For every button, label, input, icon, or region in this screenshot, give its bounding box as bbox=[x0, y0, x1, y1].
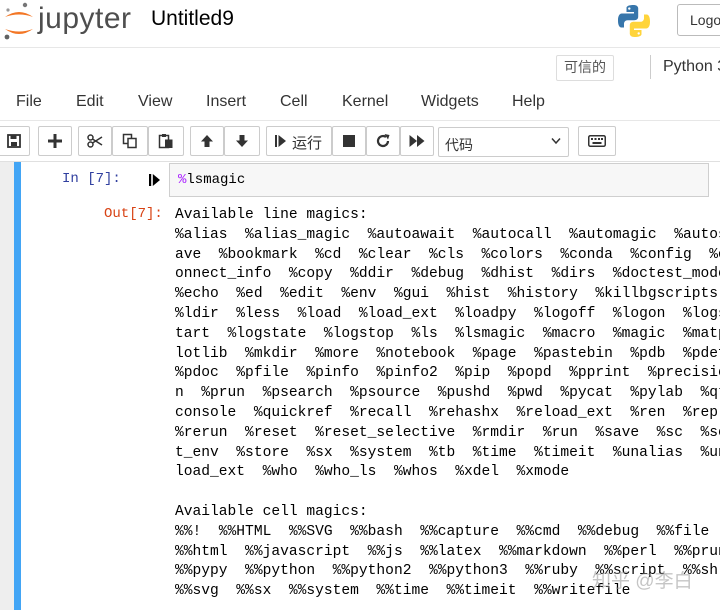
menu-view[interactable]: View bbox=[138, 88, 172, 116]
scissors-icon bbox=[87, 134, 103, 148]
output-line: %rerun %reset %reset_selective %rmdir %r… bbox=[175, 424, 720, 441]
menu-edit[interactable]: Edit bbox=[76, 88, 104, 116]
paste-button[interactable] bbox=[148, 126, 184, 156]
magic-command: lsmagic bbox=[186, 172, 246, 188]
save-icon bbox=[7, 134, 21, 148]
run-cell-icon[interactable] bbox=[149, 173, 161, 187]
menu-widgets[interactable]: Widgets bbox=[421, 88, 479, 116]
logo-wordmark: jupyter bbox=[38, 2, 132, 35]
output-line: %echo %ed %edit %env %gui %hist %history… bbox=[175, 286, 718, 303]
logout-button[interactable]: Logo bbox=[677, 4, 720, 36]
notebook-header: jupyter Untitled9 Logo bbox=[0, 0, 720, 48]
output-line: console %quickref %recall %rehashx %relo… bbox=[175, 404, 718, 421]
menu-cell[interactable]: Cell bbox=[280, 88, 308, 116]
keyboard-icon bbox=[588, 135, 606, 147]
trusted-indicator[interactable]: 可信的 bbox=[556, 55, 614, 81]
output-line: load_ext %who %who_ls %whos %xdel %xmode bbox=[175, 464, 570, 481]
restart-run-all-button[interactable] bbox=[400, 126, 434, 156]
arrow-up-icon bbox=[201, 135, 213, 147]
output-line: %pdoc %pfile %pinfo %pinfo2 %pip %popd %… bbox=[175, 365, 720, 382]
output-prompt: Out[7]: bbox=[104, 206, 163, 222]
menu-help[interactable]: Help bbox=[512, 88, 545, 116]
cell-type-select[interactable]: 代码 bbox=[438, 127, 569, 157]
python-logo-icon bbox=[618, 5, 650, 37]
cell-type-value: 代码 bbox=[445, 137, 473, 153]
chevron-down-icon bbox=[551, 138, 561, 145]
output-line: t_env %store %sx %system %tb %time %time… bbox=[175, 444, 720, 461]
output-line: n %prun %psearch %psource %pushd %pwd %p… bbox=[175, 385, 720, 402]
watermark: 知乎 @李白 bbox=[592, 571, 693, 592]
kernel-indicator: Python 3 bbox=[650, 55, 720, 79]
jupyter-logo[interactable]: jupyter bbox=[2, 2, 132, 42]
copy-icon bbox=[122, 133, 137, 149]
move-down-button[interactable] bbox=[224, 126, 260, 156]
refresh-icon bbox=[376, 134, 390, 148]
output-line: lotlib %mkdir %more %notebook %page %pas… bbox=[175, 345, 720, 362]
jupyter-logo-icon bbox=[4, 2, 33, 40]
output-line: %%html %%javascript %%js %%latex %%markd… bbox=[175, 543, 720, 560]
cut-button[interactable] bbox=[78, 126, 112, 156]
output-line: onnect_info %copy %ddir %debug %dhist %d… bbox=[175, 266, 720, 283]
menu-kernel[interactable]: Kernel bbox=[342, 88, 388, 116]
move-up-button[interactable] bbox=[190, 126, 224, 156]
save-button[interactable] bbox=[0, 126, 30, 156]
output-line: Available line magics: bbox=[175, 207, 368, 223]
code-input[interactable]: %lsmagic bbox=[169, 163, 709, 197]
cell-selection-bar bbox=[14, 162, 21, 610]
code-text: %lsmagic bbox=[178, 172, 245, 188]
output-line: tart %logstate %logstop %ls %lsmagic %ma… bbox=[175, 325, 720, 342]
toolbar: 运行 bbox=[0, 124, 720, 160]
menu-insert[interactable]: Insert bbox=[206, 88, 246, 116]
command-palette-button[interactable] bbox=[578, 126, 616, 156]
output-line: %ldir %less %load %load_ext %loadpy %log… bbox=[175, 305, 720, 322]
output-line: ave %bookmark %cd %clear %cls %colors %c… bbox=[175, 246, 720, 263]
cell-output: Available line magics: %alias %alias_magi… bbox=[175, 206, 720, 602]
interrupt-button[interactable] bbox=[332, 126, 366, 156]
menu-file[interactable]: File bbox=[16, 88, 42, 116]
restart-kernel-button[interactable] bbox=[366, 126, 400, 156]
output-line: Available cell magics: bbox=[175, 503, 368, 520]
step-forward-icon bbox=[275, 135, 286, 147]
menubar-divider bbox=[0, 120, 720, 121]
plus-icon bbox=[48, 134, 62, 148]
stop-icon bbox=[343, 135, 355, 147]
insert-cell-button[interactable] bbox=[38, 126, 72, 156]
run-label: 运行 bbox=[292, 135, 323, 152]
output-line: %%! %%HTML %%SVG %%bash %%capture %%cmd … bbox=[175, 523, 710, 540]
input-prompt: In [7]: bbox=[62, 171, 121, 187]
output-line: %alias %alias_magic %autoawait %autocall… bbox=[175, 226, 720, 243]
arrow-down-icon bbox=[236, 135, 248, 147]
paste-icon bbox=[158, 134, 173, 149]
run-button[interactable]: 运行 bbox=[266, 126, 332, 156]
notebook-title[interactable]: Untitled9 bbox=[151, 7, 234, 31]
fast-forward-icon bbox=[409, 135, 425, 147]
copy-button[interactable] bbox=[112, 126, 148, 156]
